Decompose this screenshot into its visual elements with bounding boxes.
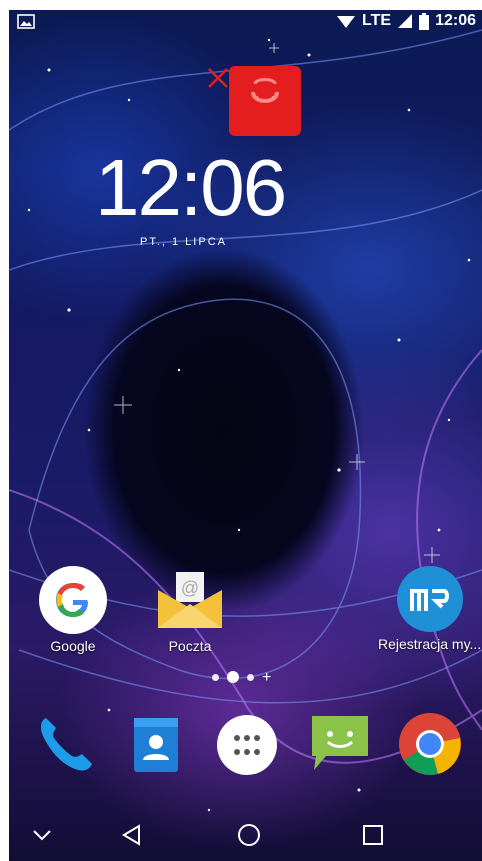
clock-date[interactable]: PT., 1 LIPCA: [140, 236, 227, 248]
app-label-poczta: Poczta: [168, 638, 212, 654]
app-google[interactable]: Google: [30, 566, 116, 654]
phone-icon[interactable]: [34, 712, 98, 776]
status-bar: LTE 12:06: [9, 10, 482, 34]
app-label-google: Google: [50, 638, 96, 654]
page-dot-2[interactable]: [227, 671, 239, 683]
add-page-icon[interactable]: +: [262, 669, 271, 685]
image-icon: [17, 14, 35, 29]
back-icon[interactable]: [117, 820, 147, 850]
clock-time[interactable]: 12:06: [95, 148, 287, 228]
mail-icon: @: [156, 566, 224, 634]
screen-border-left: [0, 0, 9, 861]
chevron-down-icon[interactable]: [27, 820, 57, 850]
app-label-rejestracja: Rejestracja my...: [378, 636, 482, 652]
page-dot-3[interactable]: [247, 673, 254, 681]
app-drawer-icon[interactable]: [216, 714, 278, 776]
chrome-icon[interactable]: [398, 712, 462, 776]
contacts-icon[interactable]: [124, 712, 188, 776]
app-rejestracja[interactable]: Rejestracja my...: [378, 566, 482, 652]
wifi-icon: [337, 16, 356, 28]
status-right: LTE 12:06: [336, 12, 476, 30]
app-poczta[interactable]: @ Poczta: [147, 566, 233, 654]
messaging-icon[interactable]: [308, 712, 372, 776]
page-dot-1[interactable]: [212, 673, 219, 681]
gps-widget-icon: [251, 78, 279, 103]
signal-icon: [398, 14, 413, 28]
page-indicator[interactable]: +: [212, 669, 271, 685]
home-screen: LTE 12:06 12:06 PT., 1 LIPCA Google @ Po…: [0, 0, 482, 861]
navigation-bar: [9, 808, 482, 861]
battery-icon: [419, 12, 430, 30]
network-type: LTE: [362, 12, 392, 29]
remove-widget-icon[interactable]: [206, 66, 230, 90]
screen-border-top: [0, 0, 482, 10]
google-icon: [39, 566, 107, 634]
home-icon[interactable]: [234, 820, 264, 850]
rejestracja-icon: [397, 566, 463, 632]
gps-widget[interactable]: [229, 66, 301, 136]
recents-icon[interactable]: [358, 820, 388, 850]
status-time: 12:06: [435, 12, 476, 29]
svg-text:@: @: [181, 578, 199, 598]
